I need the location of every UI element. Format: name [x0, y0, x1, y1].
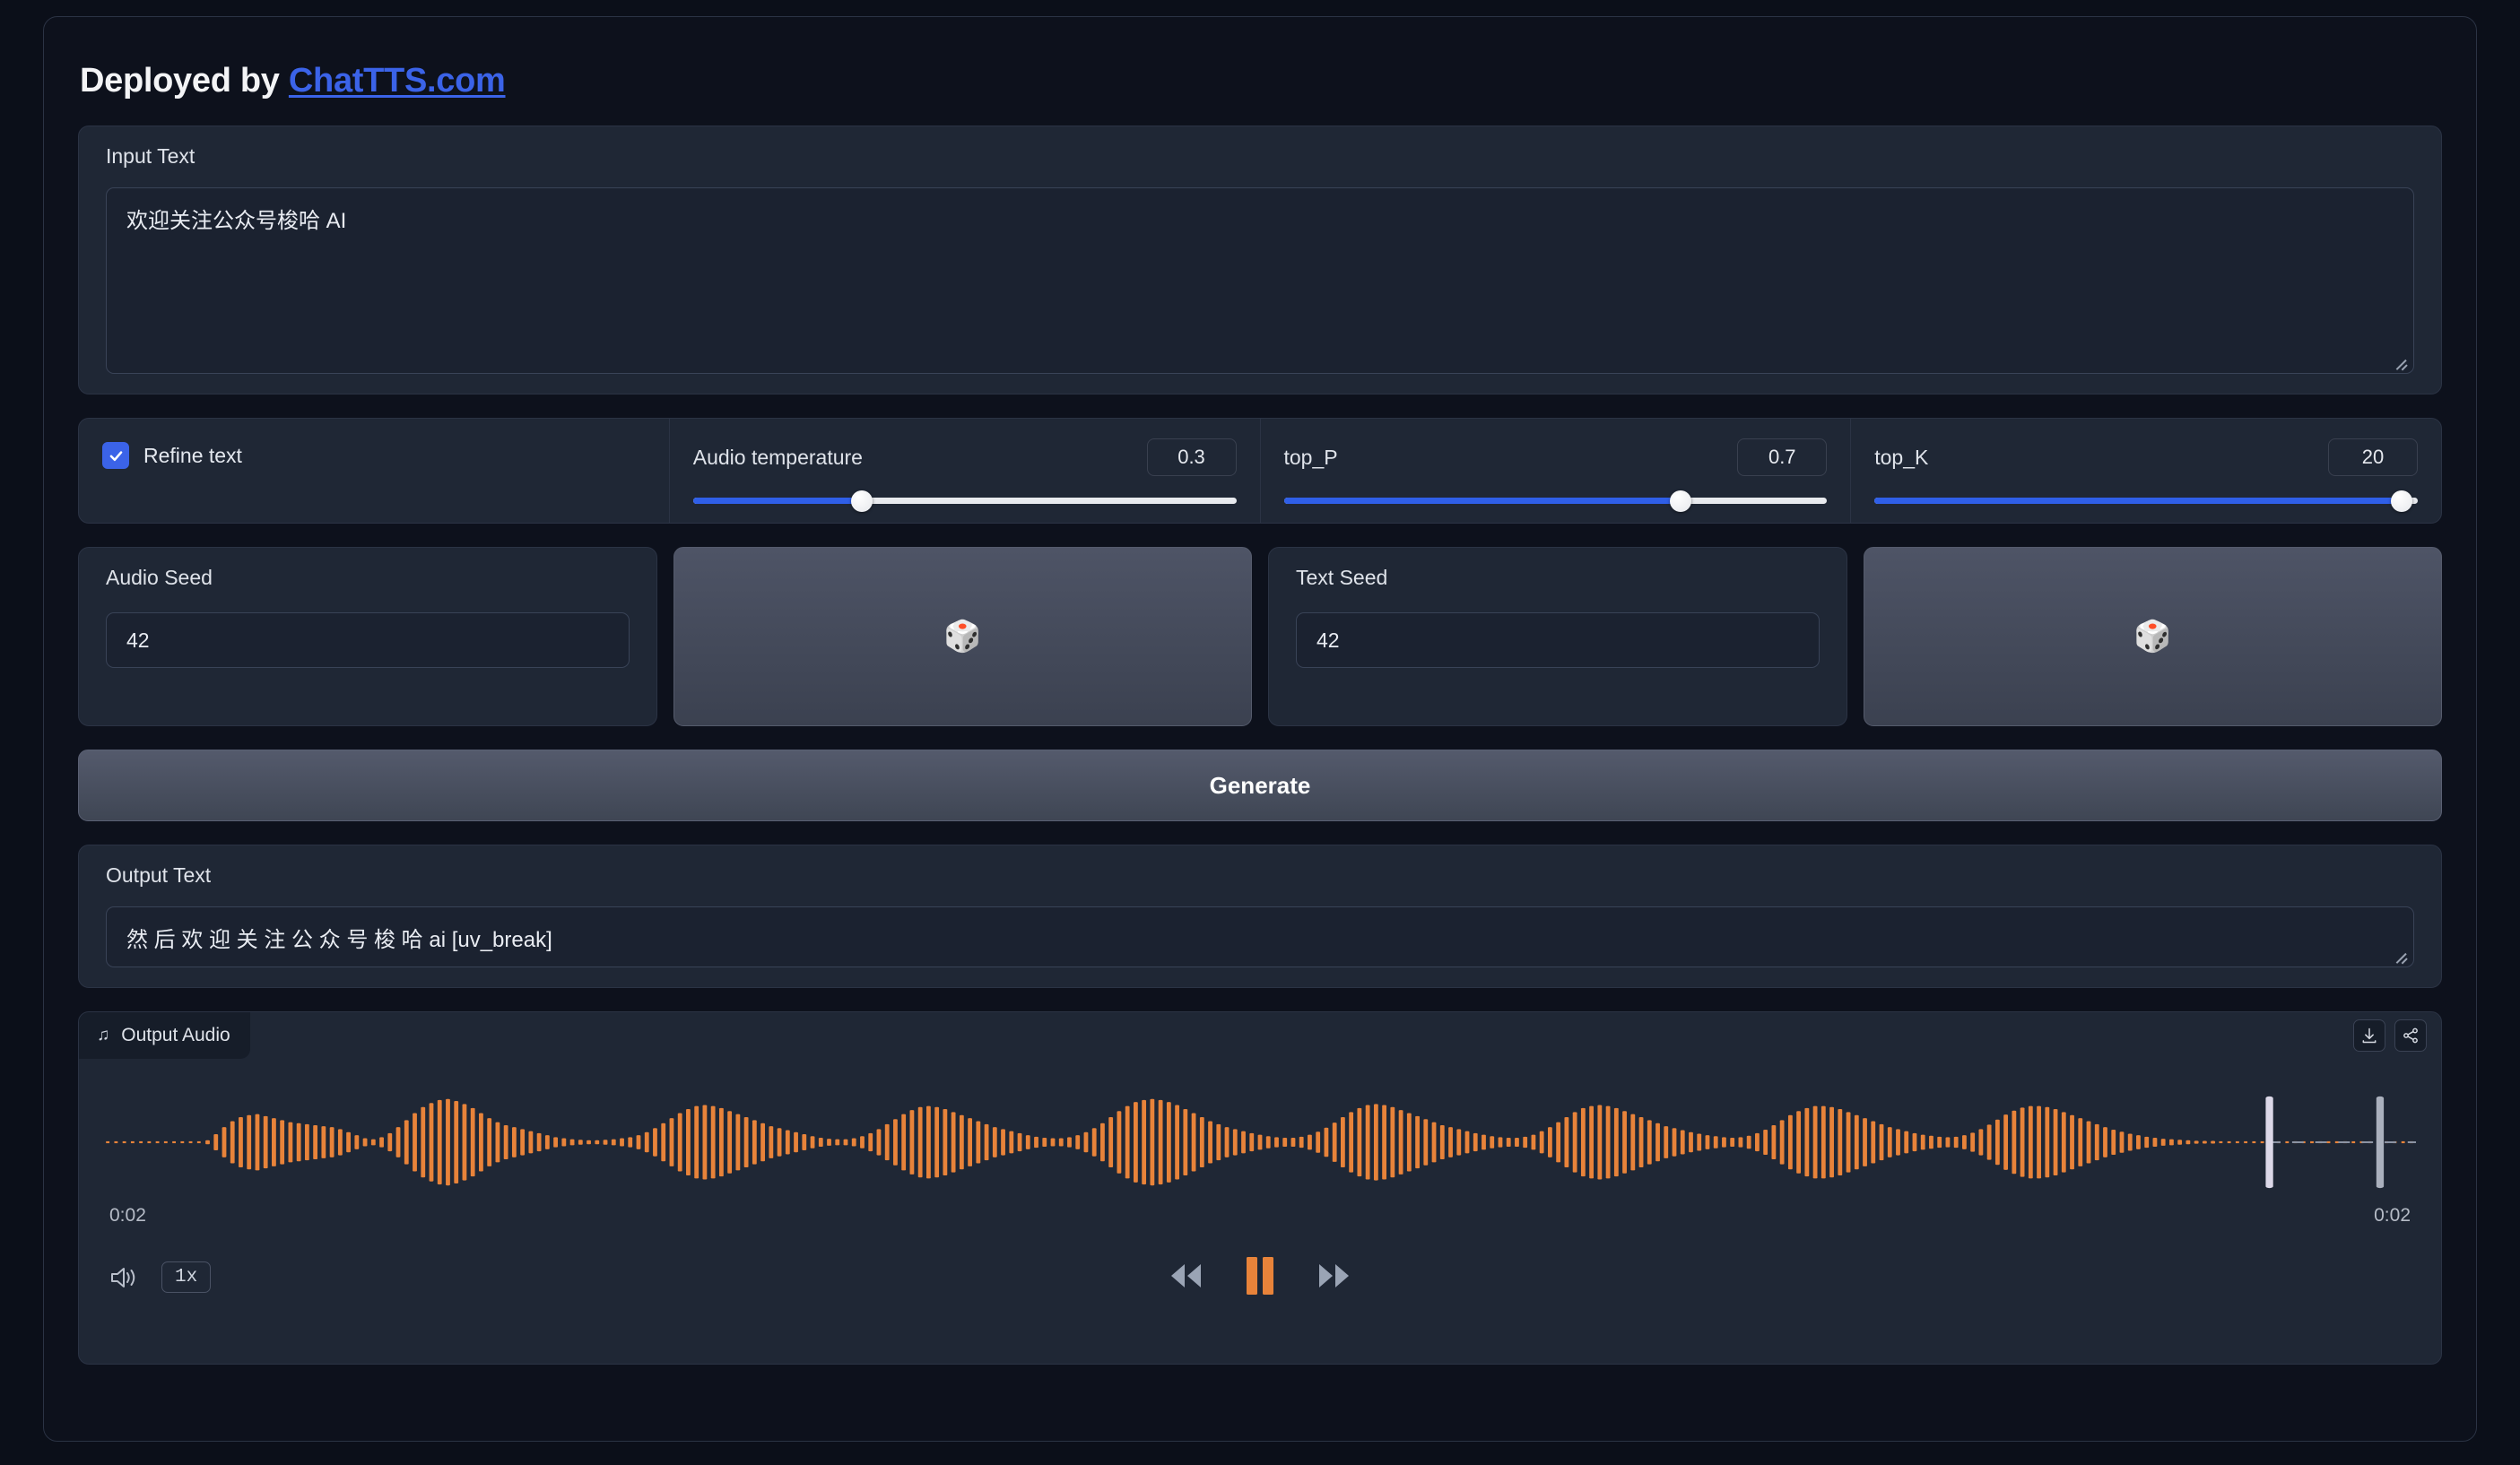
- audio-temperature-slider[interactable]: [692, 490, 1237, 512]
- audio-temperature-label: Audio temperature: [692, 445, 863, 469]
- slider-fill: [692, 498, 862, 504]
- audio-seed-input[interactable]: 42: [106, 612, 630, 668]
- share-icon: [2403, 1027, 2418, 1044]
- audio-center-controls: [79, 1256, 2441, 1296]
- page-title: Deployed by ChatTTS.com: [80, 62, 2442, 100]
- refine-text-toggle[interactable]: Refine text: [102, 438, 646, 469]
- rewind-button[interactable]: [1165, 1261, 1206, 1291]
- top-k-header: top_K 20: [1874, 438, 2418, 476]
- text-seed-randomize-button[interactable]: 🎲: [1863, 547, 2442, 726]
- audio-temperature-cell: Audio temperature 0.3: [670, 419, 1261, 523]
- page-title-prefix: Deployed by: [80, 62, 289, 100]
- rewind-icon: [1171, 1264, 1201, 1287]
- top-k-value[interactable]: 20: [2328, 438, 2418, 476]
- audio-time-row: 0:02 0:02: [109, 1205, 2411, 1227]
- slider-fill: [1283, 498, 1681, 504]
- refine-text-cell: Refine text: [79, 419, 670, 523]
- app-container: Deployed by ChatTTS.com Input Text 欢迎关注公…: [43, 16, 2477, 1442]
- top-k-label: top_K: [1874, 445, 1929, 469]
- top-p-cell: top_P 0.7: [1261, 419, 1852, 523]
- input-text-textarea[interactable]: 欢迎关注公众号梭哈 AI: [106, 187, 2414, 374]
- input-text-panel: Input Text 欢迎关注公众号梭哈 AI: [78, 126, 2442, 394]
- current-time: 0:02: [109, 1205, 146, 1226]
- audio-seed-panel: Audio Seed 42: [78, 547, 657, 726]
- share-button[interactable]: [2394, 1019, 2427, 1052]
- audio-waveform[interactable]: [104, 1089, 2416, 1195]
- audio-temperature-value[interactable]: 0.3: [1146, 438, 1237, 476]
- parameters-row: Refine text Audio temperature 0.3 top_P …: [78, 418, 2442, 524]
- output-audio-tab-label: Output Audio: [121, 1025, 230, 1045]
- slider-thumb[interactable]: [2390, 490, 2412, 512]
- text-seed-panel: Text Seed 42: [1268, 547, 1847, 726]
- total-time: 0:02: [2374, 1205, 2411, 1226]
- top-p-slider[interactable]: [1283, 490, 1828, 512]
- output-text-panel: Output Text 然 后 欢 迎 关 注 公 众 号 梭 哈 ai [uv…: [78, 845, 2442, 988]
- output-audio-panel: ♫ Output Audio 0:02 0:02 1x: [78, 1011, 2442, 1365]
- text-seed-input[interactable]: 42: [1296, 612, 1820, 668]
- pause-button[interactable]: [1244, 1256, 1276, 1296]
- download-button[interactable]: [2353, 1019, 2385, 1052]
- music-note-icon: ♫: [97, 1026, 110, 1045]
- audio-temperature-header: Audio temperature 0.3: [693, 438, 1237, 476]
- top-p-header: top_P 0.7: [1284, 438, 1828, 476]
- check-icon: [109, 450, 122, 461]
- output-text-textarea[interactable]: 然 后 欢 迎 关 注 公 众 号 梭 哈 ai [uv_break]: [106, 906, 2414, 967]
- output-audio-tab[interactable]: ♫ Output Audio: [79, 1012, 250, 1059]
- top-p-value[interactable]: 0.7: [1737, 438, 1828, 476]
- refine-text-checkbox[interactable]: [102, 442, 129, 469]
- fast-forward-icon: [1319, 1264, 1349, 1287]
- audio-seed-label: Audio Seed: [106, 566, 213, 589]
- pause-icon: [1247, 1257, 1273, 1295]
- seeds-row: Audio Seed 42 🎲 Text Seed 42 🎲: [78, 547, 2442, 726]
- slider-thumb[interactable]: [850, 490, 873, 512]
- chattts-link[interactable]: ChatTTS.com: [289, 62, 506, 100]
- refine-text-label: Refine text: [143, 443, 242, 467]
- waveform-svg: [106, 1096, 2416, 1189]
- generate-button[interactable]: Generate: [78, 750, 2442, 821]
- top-k-slider[interactable]: [1874, 490, 2418, 512]
- dice-icon: 🎲: [943, 620, 982, 654]
- input-text-label: Input Text: [106, 144, 196, 168]
- audio-actions: [2353, 1019, 2427, 1052]
- download-icon: [2362, 1027, 2377, 1044]
- slider-fill: [1874, 498, 2402, 504]
- audio-transport: 1x: [79, 1256, 2441, 1310]
- fast-forward-button[interactable]: [1314, 1261, 1355, 1291]
- dice-icon: 🎲: [2133, 620, 2172, 654]
- text-seed-label: Text Seed: [1296, 566, 1388, 589]
- audio-seed-randomize-button[interactable]: 🎲: [673, 547, 1252, 726]
- output-text-label: Output Text: [106, 863, 212, 887]
- slider-thumb[interactable]: [1669, 490, 1691, 512]
- top-p-label: top_P: [1283, 445, 1338, 469]
- top-k-cell: top_K 20: [1851, 419, 2441, 523]
